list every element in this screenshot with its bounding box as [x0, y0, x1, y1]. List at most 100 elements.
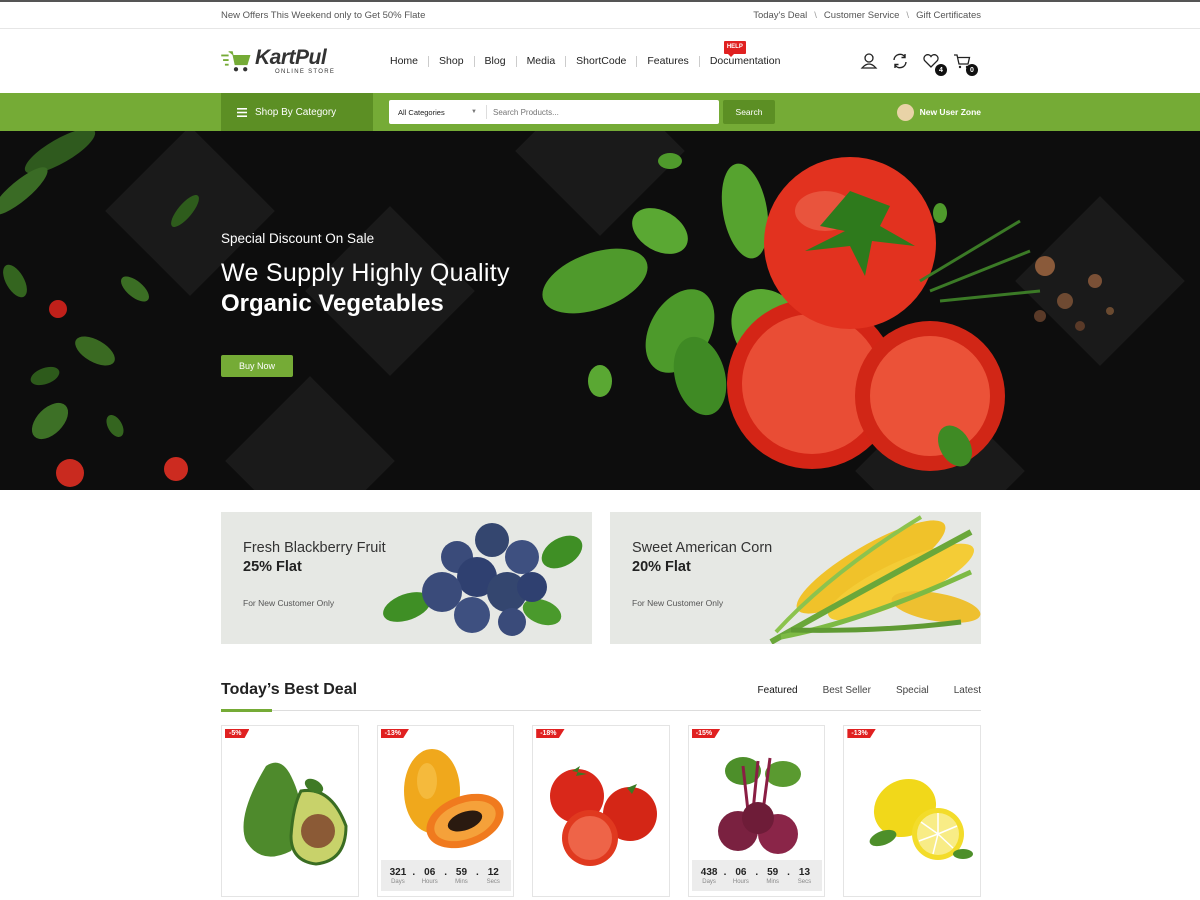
timer-mins: 59	[455, 866, 468, 878]
timer-label: Mins	[455, 878, 468, 885]
beetroot-image	[717, 757, 801, 854]
promo-corn[interactable]: Sweet American Corn 20% Flat For New Cus…	[610, 512, 981, 644]
discount-badge: -15%	[691, 729, 721, 738]
logo-cart-icon	[221, 51, 251, 72]
timer-label: Days	[702, 878, 716, 885]
nav-media[interactable]: Media	[515, 55, 566, 67]
tomato-basil-image	[542, 153, 1114, 471]
top-links: Today's Deal \ Customer Service \ Gift C…	[753, 10, 981, 21]
cart-count: 0	[966, 64, 978, 76]
discount-badge: -18%	[536, 729, 565, 738]
tab-best-seller[interactable]: Best Seller	[823, 685, 871, 696]
promo-note: For New Customer Only	[243, 598, 335, 608]
user-zone-label: New User Zone	[919, 107, 981, 117]
buy-now-button[interactable]: Buy Now	[221, 355, 293, 377]
timer-secs: 13	[798, 866, 811, 878]
shop-by-category-button[interactable]: Shop By Category	[221, 93, 373, 131]
lemon-image	[870, 778, 974, 860]
hero-banner: Special Discount On Sale We Supply Highl…	[0, 131, 1200, 490]
timer-secs: 12	[487, 866, 499, 878]
discount-badge: -5%	[225, 729, 250, 738]
timer-label: Secs	[486, 878, 500, 885]
discount-badge: -13%	[380, 729, 409, 738]
timer-hours: 06	[735, 866, 747, 878]
nav-documentation[interactable]: HELP Documentation	[698, 40, 791, 67]
countdown-timer: 438 Days . 06 Hours . 59 Mins . 13 Secs	[691, 860, 822, 891]
timer-hours: 06	[424, 866, 436, 878]
header-icons: 4 0	[860, 52, 978, 76]
tab-latest[interactable]: Latest	[954, 685, 981, 696]
wishlist-button[interactable]: 4	[922, 52, 947, 76]
promo-banners: Fresh Blackberry Fruit 25% Flat For New …	[221, 512, 981, 644]
best-deal-header: Today’s Best Deal Featured Best Seller S…	[221, 679, 981, 712]
chevron-down-icon: ▼	[471, 109, 477, 115]
nav-features[interactable]: Features	[636, 55, 698, 67]
user-icon[interactable]	[860, 52, 878, 70]
product-card-tomato[interactable]: -18%	[532, 725, 670, 897]
site-header: KartPul ONLINE STORE Home Shop Blog Medi…	[0, 29, 1200, 93]
product-card-avocado[interactable]: -5%	[221, 725, 359, 897]
bg-diamond	[225, 376, 395, 490]
logo-subtitle: ONLINE STORE	[275, 69, 336, 75]
main-nav: Home Shop Blog Media ShortCode Features …	[390, 40, 791, 67]
hero-text: Special Discount On Sale We Supply Highl…	[221, 231, 510, 318]
cart-button[interactable]: 0	[953, 52, 978, 76]
category-select-value: All Categories	[398, 107, 445, 117]
category-search-bar: Shop By Category All Categories ▼ Search…	[0, 93, 1200, 131]
avocado-image	[243, 762, 348, 866]
category-select[interactable]: All Categories ▼	[389, 105, 487, 119]
hero-headline-2: Organic Vegetables	[221, 290, 444, 317]
promo-title: Fresh Blackberry Fruit	[243, 540, 386, 556]
new-user-zone-link[interactable]: New User Zone	[896, 103, 981, 121]
logo[interactable]: KartPul ONLINE STORE	[221, 47, 390, 75]
nav-blog[interactable]: Blog	[473, 55, 516, 67]
tab-special[interactable]: Special	[896, 685, 929, 696]
timer-label: Hours	[421, 878, 438, 885]
nav-shortcode[interactable]: ShortCode	[565, 55, 636, 67]
corn-image	[769, 515, 981, 644]
timer-days: 321	[389, 866, 407, 878]
deal-tabs: Featured Best Seller Special Latest	[758, 685, 981, 696]
logo-name: KartPul	[255, 46, 327, 69]
section-title: Today’s Best Deal	[221, 681, 358, 698]
separator: \	[814, 9, 817, 21]
link-gift-certificates[interactable]: Gift Certificates	[916, 10, 981, 21]
offer-text: New Offers This Weekend only to Get 50% …	[221, 9, 426, 21]
title-underline	[221, 709, 272, 712]
timer-label: Hours	[732, 878, 749, 885]
timer-mins: 59	[767, 866, 779, 878]
product-card-beetroot[interactable]: -15% 438 Days . 06 Hours . 59 Mins . 13 Secs	[687, 725, 826, 897]
product-card-lemon[interactable]: -13%	[843, 725, 981, 897]
refresh-icon[interactable]	[891, 52, 909, 70]
blueberries-image	[383, 523, 583, 636]
separator: \	[906, 9, 910, 21]
link-customer-service[interactable]: Customer Service	[824, 10, 900, 21]
promo-blackberry[interactable]: Fresh Blackberry Fruit 25% Flat For New …	[221, 512, 592, 644]
search-input[interactable]	[487, 107, 719, 117]
product-grid: -5% -13% 321 Days . 06 Hours . 59 Mins . 12…	[221, 725, 981, 897]
timer-label: Secs	[797, 878, 812, 885]
nav-home[interactable]: Home	[390, 55, 428, 67]
tomato-image	[550, 766, 658, 866]
floating-leaves-image	[0, 131, 199, 487]
promo-title: Sweet American Corn	[632, 540, 773, 556]
hero-headline-1: We Supply Highly Quality	[221, 259, 510, 287]
discount-badge: -13%	[847, 729, 876, 738]
search-button[interactable]: Search	[723, 100, 775, 124]
timer-label: Days	[391, 878, 405, 885]
top-bar: New Offers This Weekend only to Get 50% …	[0, 2, 1200, 29]
help-badge: HELP	[723, 40, 746, 57]
countdown-timer: 321 Days . 06 Hours . 59 Mins . 12 Secs	[380, 860, 511, 891]
menu-icon	[237, 107, 247, 117]
promo-offer: 20% Flat	[632, 559, 691, 575]
category-label: Shop By Category	[255, 106, 337, 118]
promo-offer: 25% Flat	[243, 559, 302, 575]
hero-kicker: Special Discount On Sale	[221, 231, 375, 246]
nav-shop[interactable]: Shop	[428, 55, 474, 67]
wishlist-count: 4	[935, 64, 947, 76]
link-todays-deal[interactable]: Today's Deal	[753, 10, 807, 21]
timer-label: Mins	[766, 878, 779, 885]
tab-featured[interactable]: Featured	[758, 685, 798, 696]
product-card-papaya[interactable]: -13% 321 Days . 06 Hours . 59 Mins . 12 Secs	[376, 725, 515, 897]
search-box: All Categories ▼	[389, 100, 719, 124]
